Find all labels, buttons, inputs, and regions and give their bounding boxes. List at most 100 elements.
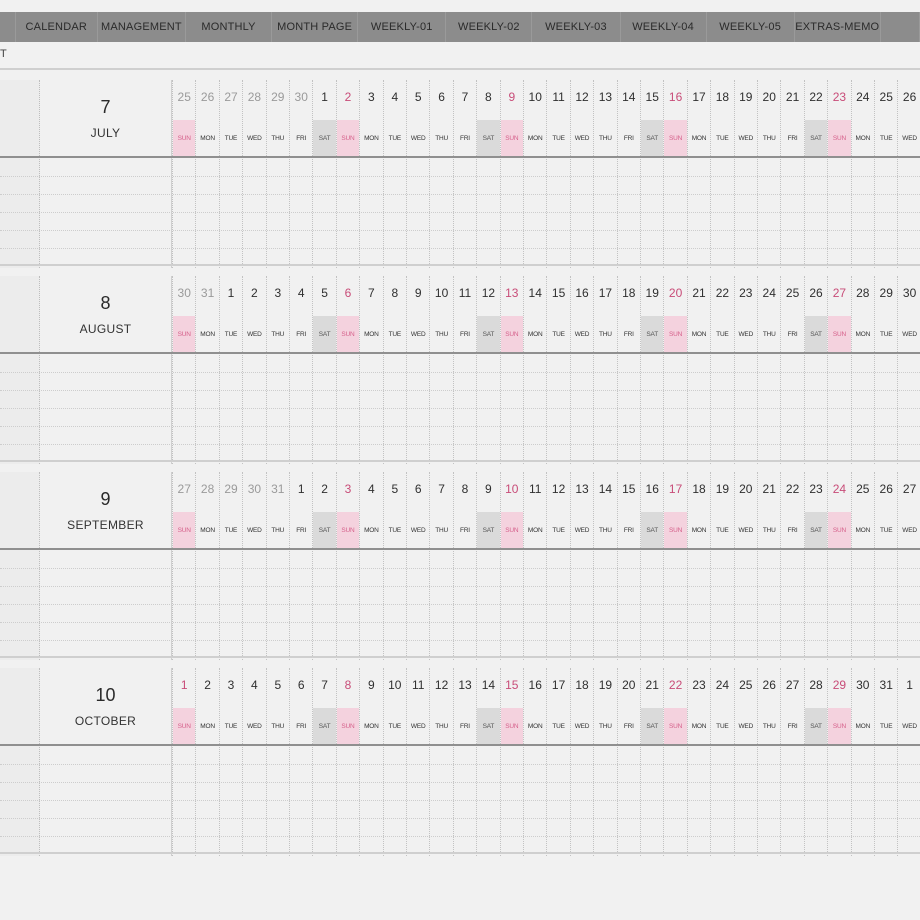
day-column[interactable]: 12 SAT — [476, 276, 500, 464]
day-column[interactable]: 3 TUE — [218, 668, 242, 856]
day-column[interactable]: 15 FRI — [616, 472, 640, 660]
day-column[interactable]: 9 SAT — [476, 472, 500, 660]
day-column[interactable]: 7 FRI — [452, 80, 476, 268]
day-column[interactable]: 4 MON — [359, 472, 382, 660]
day-column[interactable]: 19 WED — [733, 80, 757, 268]
day-column[interactable]: 8 TUE — [382, 276, 406, 464]
day-column[interactable]: 24 THU — [757, 276, 780, 464]
day-column[interactable]: 23 SAT — [803, 472, 828, 660]
day-column[interactable]: 14 THU — [593, 472, 616, 660]
day-column[interactable]: 4 TUE — [382, 80, 406, 268]
day-column[interactable]: 19 TUE — [710, 472, 733, 660]
day-column[interactable]: 30 MON — [850, 668, 874, 856]
tab-weekly-01[interactable]: WEEKLY-01 — [358, 12, 447, 42]
tab-weekly-02[interactable]: WEEKLY-02 — [446, 12, 533, 42]
day-column[interactable]: 13 SUN — [499, 276, 523, 464]
day-column[interactable]: 14 FRI — [616, 80, 640, 268]
day-column[interactable]: 29 TUE — [218, 472, 242, 660]
day-column[interactable]: 10 TUE — [382, 668, 406, 856]
day-column[interactable]: 17 SUN — [663, 472, 687, 660]
day-column[interactable]: 17 MON — [686, 80, 710, 268]
day-column[interactable]: 21 SAT — [640, 668, 664, 856]
day-column[interactable]: 3 SUN — [335, 472, 360, 660]
day-column[interactable]: 22 TUE — [710, 276, 733, 464]
day-column[interactable]: 21 FRI — [780, 80, 803, 268]
day-column[interactable]: 10 THU — [429, 276, 452, 464]
day-column[interactable]: 27 WED — [897, 472, 920, 660]
day-column[interactable]: 1 SAT — [312, 80, 336, 268]
notes-label-column[interactable] — [40, 550, 172, 660]
day-column[interactable]: 9 SUN — [499, 80, 523, 268]
day-column[interactable]: 31 MON — [195, 276, 218, 464]
day-column[interactable]: 2 MON — [195, 668, 218, 856]
day-column[interactable]: 2 SAT — [312, 472, 336, 660]
day-column[interactable]: 16 WED — [569, 276, 593, 464]
day-column[interactable]: 29 TUE — [874, 276, 897, 464]
day-column[interactable]: 18 WED — [569, 668, 593, 856]
tab-management[interactable]: MANAGEMENT — [97, 12, 186, 42]
day-column[interactable]: 9 MON — [359, 668, 382, 856]
day-column[interactable]: 1 SUN — [172, 668, 196, 856]
day-column[interactable]: 24 TUE — [710, 668, 733, 856]
day-column[interactable]: 10 SUN — [499, 472, 523, 660]
day-column[interactable]: 11 FRI — [452, 276, 476, 464]
day-column[interactable]: 17 THU — [593, 276, 616, 464]
day-column[interactable]: 30 FRI — [289, 80, 312, 268]
day-column[interactable]: 18 FRI — [616, 276, 640, 464]
day-column[interactable]: 1 FRI — [289, 472, 312, 660]
day-column[interactable]: 12 TUE — [546, 472, 569, 660]
day-column[interactable]: 26 THU — [757, 668, 780, 856]
day-column[interactable]: 8 SUN — [335, 668, 360, 856]
day-column[interactable]: 28 WED — [242, 80, 265, 268]
day-column[interactable]: 30 WED — [242, 472, 265, 660]
day-column[interactable]: 27 SUN — [172, 472, 196, 660]
day-column[interactable]: 14 MON — [523, 276, 546, 464]
day-column[interactable]: 26 WED — [897, 80, 920, 268]
day-column[interactable]: 12 WED — [569, 80, 593, 268]
notes-label-column[interactable] — [40, 354, 172, 464]
day-column[interactable]: 11 WED — [406, 668, 429, 856]
tab-extras-memo[interactable]: EXTRAS-MEMO — [794, 12, 881, 42]
tab-calendar[interactable]: CALENDAR — [15, 12, 98, 42]
day-column[interactable]: 24 SUN — [827, 472, 851, 660]
day-column[interactable]: 30 SUN — [172, 276, 196, 464]
day-column[interactable]: 26 MON — [195, 80, 218, 268]
day-column[interactable]: 25 SUN — [172, 80, 196, 268]
day-column[interactable]: 13 FRI — [452, 668, 476, 856]
day-column[interactable]: 25 TUE — [874, 80, 897, 268]
day-column[interactable]: 19 SAT — [640, 276, 664, 464]
day-column[interactable]: 25 WED — [733, 668, 757, 856]
day-column[interactable]: 27 TUE — [218, 80, 242, 268]
day-column[interactable]: 17 TUE — [546, 668, 569, 856]
day-column[interactable]: 15 SAT — [640, 80, 664, 268]
day-column[interactable]: 11 MON — [523, 472, 546, 660]
day-column[interactable]: 7 THU — [429, 472, 452, 660]
day-column[interactable]: 24 MON — [850, 80, 874, 268]
day-column[interactable]: 2 SUN — [335, 80, 360, 268]
day-column[interactable]: 31 THU — [265, 472, 289, 660]
day-column[interactable]: 27 FRI — [780, 668, 803, 856]
day-column[interactable]: 6 SUN — [335, 276, 360, 464]
day-column[interactable]: 20 THU — [757, 80, 780, 268]
day-column[interactable]: 20 WED — [733, 472, 757, 660]
day-column[interactable]: 9 WED — [406, 276, 429, 464]
day-column[interactable]: 6 FRI — [289, 668, 312, 856]
day-column[interactable]: 25 MON — [850, 472, 874, 660]
day-column[interactable]: 29 SUN — [827, 668, 851, 856]
day-column[interactable]: 23 MON — [686, 668, 710, 856]
day-column[interactable]: 14 SAT — [476, 668, 500, 856]
day-column[interactable]: 16 SAT — [640, 472, 664, 660]
day-column[interactable]: 3 MON — [359, 80, 382, 268]
day-column[interactable]: 1 TUE — [218, 276, 242, 464]
tab-weekly-04[interactable]: WEEKLY-04 — [620, 12, 707, 42]
day-column[interactable]: 6 WED — [406, 472, 429, 660]
day-column[interactable]: 23 SUN — [827, 80, 851, 268]
day-column[interactable]: 20 SUN — [663, 276, 687, 464]
day-column[interactable]: 20 FRI — [616, 668, 640, 856]
day-column[interactable]: 21 THU — [757, 472, 780, 660]
day-column[interactable]: 23 WED — [733, 276, 757, 464]
day-column[interactable]: 18 MON — [686, 472, 710, 660]
day-column[interactable]: 4 WED — [242, 668, 265, 856]
tab-weekly-03[interactable]: WEEKLY-03 — [532, 12, 621, 42]
day-column[interactable]: 15 SUN — [499, 668, 523, 856]
